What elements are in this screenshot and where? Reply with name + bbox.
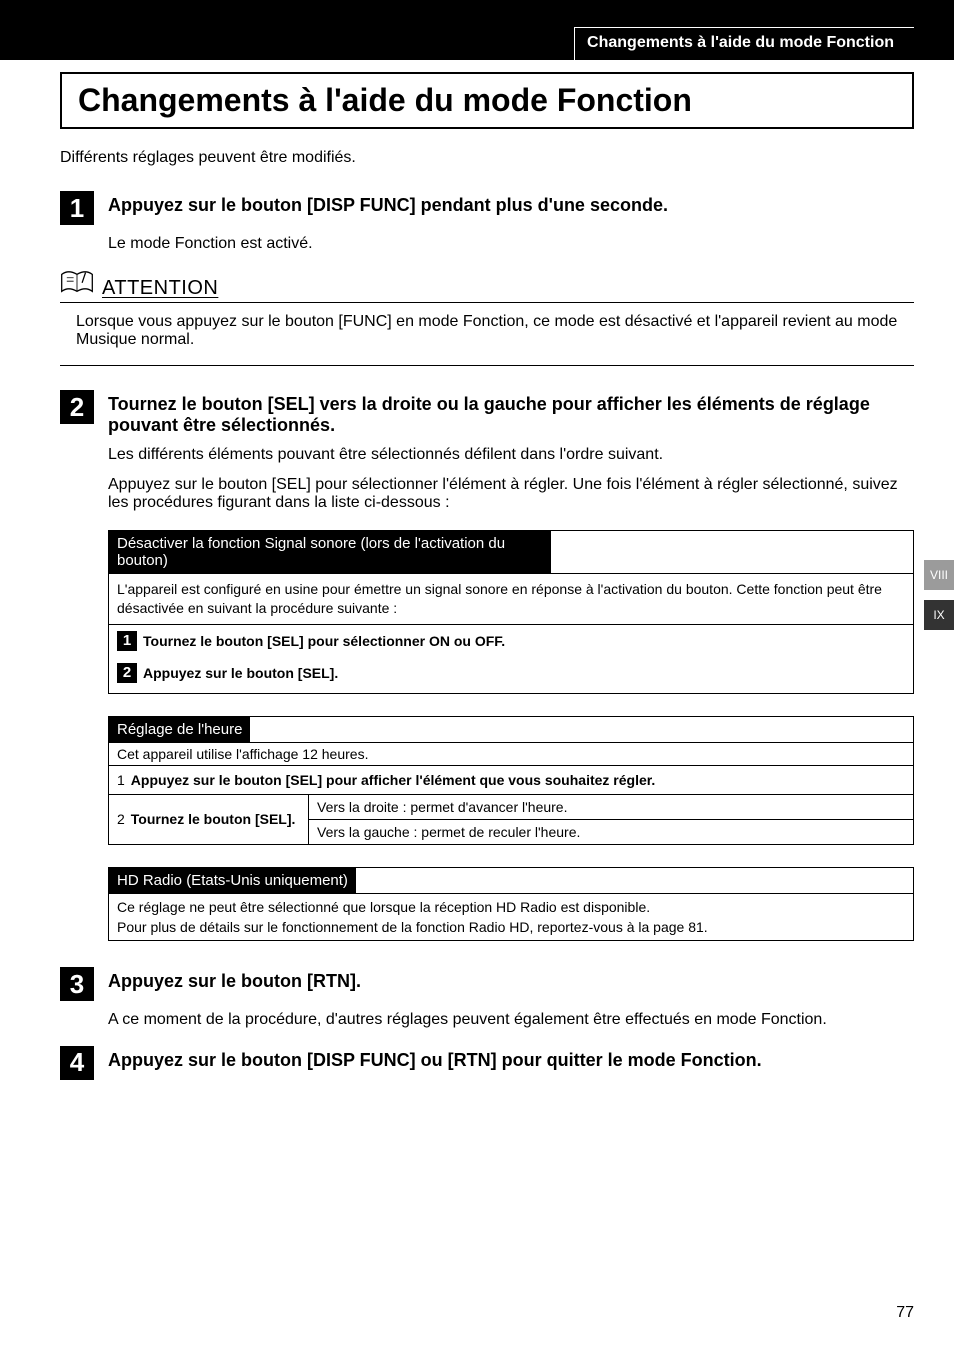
beep-step-1: 1 Tournez le bouton [SEL] pour sélection…: [109, 625, 913, 657]
header-band: Changements à l'aide du mode Fonction: [0, 0, 954, 60]
hd-line-2: Pour plus de détails sur le fonctionneme…: [117, 917, 905, 937]
step-number: 4: [60, 1046, 94, 1080]
step-2-body-1: Les différents éléments pouvant être sél…: [108, 446, 914, 464]
substep-number: 1: [117, 631, 137, 651]
hd-header: HD Radio (Etats-Unis uniquement): [109, 868, 356, 893]
step-1-body: Le mode Fonction est activé.: [108, 235, 914, 253]
hd-section: HD Radio (Etats-Unis uniquement) Ce régl…: [108, 867, 914, 942]
step-number: 3: [60, 967, 94, 1001]
time-header: Réglage de l'heure: [109, 717, 250, 742]
hd-line-1: Ce réglage ne peut être sélectionné que …: [117, 897, 905, 917]
page-title: Changements à l'aide du mode Fonction: [78, 82, 896, 119]
beep-desc: L'appareil est configuré en usine pour é…: [109, 574, 913, 625]
attention-block: ATTENTION Lorsque vous appuyez sur le bo…: [60, 269, 914, 366]
step-title: Appuyez sur le bouton [DISP FUNC] pendan…: [108, 191, 668, 216]
substep-number: 2: [117, 811, 125, 827]
attention-label: ATTENTION: [102, 277, 218, 300]
beep-section: Désactiver la fonction Signal sonore (lo…: [108, 530, 914, 694]
time-step-2-left: 2 Tournez le bouton [SEL].: [109, 795, 309, 844]
time-right-bot: Vers la gauche : permet de reculer l'heu…: [309, 820, 913, 844]
page-content: Changements à l'aide du mode Fonction Di…: [0, 60, 954, 1080]
step-number: 2: [60, 390, 94, 424]
step-number: 1: [60, 191, 94, 225]
substep-text: Tournez le bouton [SEL] pour sélectionne…: [143, 633, 505, 649]
substep-text: Appuyez sur le bouton [SEL].: [143, 665, 338, 681]
time-header-row: Réglage de l'heure: [109, 717, 913, 743]
section-title-box: Changements à l'aide du mode Fonction: [60, 72, 914, 129]
beep-step-2: 2 Appuyez sur le bouton [SEL].: [109, 657, 913, 693]
side-tabs: VIII IX: [924, 560, 954, 630]
attention-body: Lorsque vous appuyez sur le bouton [FUNC…: [60, 303, 914, 366]
tab-ix[interactable]: IX: [924, 600, 954, 630]
breadcrumb: Changements à l'aide du mode Fonction: [574, 27, 914, 60]
substep-number: 1: [117, 772, 125, 788]
step-2: 2 Tournez le bouton [SEL] vers la droite…: [60, 390, 914, 436]
step-title: Appuyez sur le bouton [RTN].: [108, 967, 361, 992]
book-icon: [60, 269, 94, 300]
tab-viii[interactable]: VIII: [924, 560, 954, 590]
substep-text: Tournez le bouton [SEL].: [131, 811, 296, 827]
hd-body: Ce réglage ne peut être sélectionné que …: [109, 894, 913, 941]
time-desc: Cet appareil utilise l'affichage 12 heur…: [109, 743, 913, 766]
step-3: 3 Appuyez sur le bouton [RTN].: [60, 967, 914, 1001]
step-1: 1 Appuyez sur le bouton [DISP FUNC] pend…: [60, 191, 914, 225]
beep-header: Désactiver la fonction Signal sonore (lo…: [109, 531, 551, 573]
time-step-1: 1 Appuyez sur le bouton [SEL] pour affic…: [109, 766, 913, 795]
time-section: Réglage de l'heure Cet appareil utilise …: [108, 716, 914, 845]
time-step-2-grid: 2 Tournez le bouton [SEL]. Vers la droit…: [109, 795, 913, 844]
attention-heading: ATTENTION: [60, 269, 914, 303]
substep-text: Appuyez sur le bouton [SEL] pour affiche…: [131, 772, 656, 788]
step-2-body-2: Appuyez sur le bouton [SEL] pour sélecti…: [108, 476, 914, 512]
time-right-top: Vers la droite : permet d'avancer l'heur…: [309, 795, 913, 820]
page-number: 77: [896, 1304, 914, 1322]
step-title: Appuyez sur le bouton [DISP FUNC] ou [RT…: [108, 1046, 762, 1071]
substep-number: 2: [117, 663, 137, 683]
step-4: 4 Appuyez sur le bouton [DISP FUNC] ou […: [60, 1046, 914, 1080]
hd-header-row: HD Radio (Etats-Unis uniquement): [109, 868, 913, 894]
intro-text: Différents réglages peuvent être modifié…: [60, 149, 914, 167]
step-title: Tournez le bouton [SEL] vers la droite o…: [108, 390, 914, 436]
beep-header-row: Désactiver la fonction Signal sonore (lo…: [109, 531, 913, 574]
step-3-body: A ce moment de la procédure, d'autres ré…: [108, 1011, 914, 1029]
